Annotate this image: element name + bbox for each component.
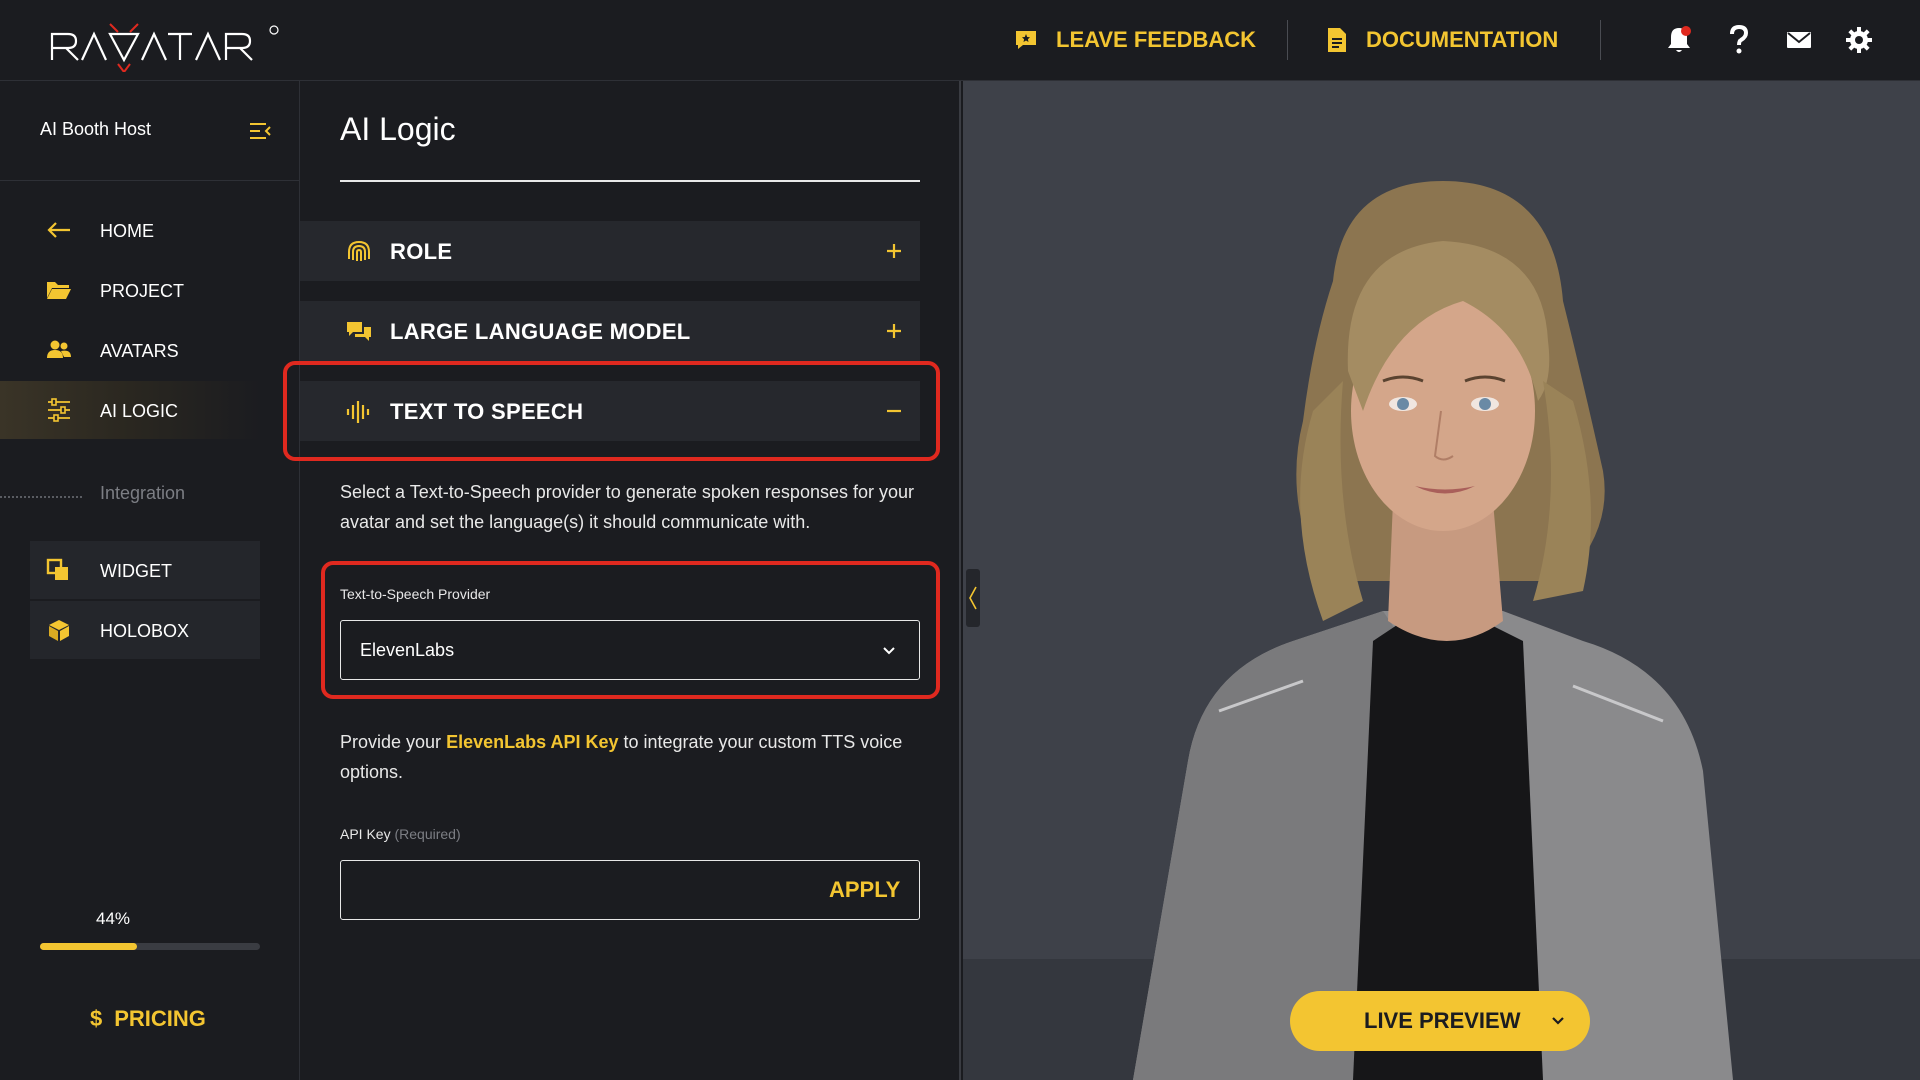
api-key-description: Provide your ElevenLabs API Key to integ… bbox=[340, 727, 930, 787]
box-icon bbox=[49, 620, 69, 641]
fingerprint-icon bbox=[348, 240, 370, 261]
help-button[interactable] bbox=[1723, 24, 1755, 56]
users-icon bbox=[47, 340, 71, 358]
accordion-role[interactable]: ROLE bbox=[300, 221, 920, 281]
divider bbox=[1600, 20, 1601, 60]
gear-icon bbox=[1846, 27, 1872, 53]
plus-icon bbox=[887, 244, 901, 258]
feedback-icon bbox=[1016, 31, 1036, 49]
top-bar: LEAVE FEEDBACK DOCUMENTATION bbox=[0, 0, 1920, 81]
notifications-button[interactable] bbox=[1663, 24, 1695, 56]
sidebar-item-avatars[interactable]: AVATARS bbox=[0, 321, 260, 379]
accordion-label: LARGE LANGUAGE MODEL bbox=[390, 319, 691, 344]
progress-percentage: 44% bbox=[96, 909, 131, 928]
page-title: AI Logic bbox=[340, 111, 456, 147]
ravatar-logo[interactable] bbox=[48, 18, 288, 72]
api-key-label: API Key bbox=[340, 826, 391, 842]
sidebar-item-project[interactable]: PROJECT bbox=[0, 261, 260, 319]
sidebar-item-home[interactable]: HOME bbox=[0, 201, 260, 259]
highlight-box bbox=[283, 361, 940, 461]
integration-section-header: Integration bbox=[0, 481, 300, 511]
project-name: AI Booth Host bbox=[40, 119, 152, 139]
sidebar-item-label: HOLOBOX bbox=[100, 621, 190, 641]
divider bbox=[1287, 20, 1288, 60]
sidebar-item-label: AVATARS bbox=[100, 341, 179, 361]
documentation-label: DOCUMENTATION bbox=[1366, 27, 1559, 52]
avatar-image bbox=[1133, 181, 1733, 1080]
sidebar-item-widget[interactable]: WIDGET bbox=[30, 541, 260, 599]
mail-icon bbox=[1787, 32, 1811, 48]
title-divider bbox=[340, 180, 920, 182]
api-key-input[interactable] bbox=[357, 871, 797, 909]
accordion-large-language-model[interactable]: LARGE LANGUAGE MODEL bbox=[300, 301, 920, 361]
tts-description: Select a Text-to-Speech provider to gene… bbox=[340, 482, 914, 532]
sidebar-item-label: PROJECT bbox=[100, 281, 185, 301]
integration-label: Integration bbox=[100, 483, 186, 503]
document-icon bbox=[1328, 28, 1346, 52]
pricing-button[interactable]: $ PRICING bbox=[90, 1006, 206, 1032]
plus-icon bbox=[887, 324, 901, 338]
sidebar-item-label: AI LOGIC bbox=[100, 401, 179, 421]
collapse-sidebar-button[interactable] bbox=[246, 117, 274, 145]
api-key-field: APPLY bbox=[340, 860, 920, 920]
live-preview-button[interactable]: LIVE PREVIEW bbox=[1290, 991, 1590, 1051]
folder-icon bbox=[47, 282, 71, 299]
sidebar: AI Booth Host HOME PROJECT AVATARS AI LO… bbox=[0, 81, 300, 1080]
messages-button[interactable] bbox=[1783, 24, 1815, 56]
help-icon bbox=[1730, 25, 1749, 54]
arrow-left-icon bbox=[47, 222, 70, 238]
pricing-label: PRICING bbox=[114, 1006, 206, 1031]
sliders-icon bbox=[48, 398, 70, 422]
progress-fill bbox=[40, 943, 137, 950]
dollar-icon: $ bbox=[90, 1006, 103, 1031]
sidebar-header: AI Booth Host bbox=[0, 81, 300, 181]
leave-feedback-label: LEAVE FEEDBACK bbox=[1056, 27, 1257, 52]
chat-icon bbox=[347, 322, 371, 341]
panel-resize-handle[interactable] bbox=[966, 569, 980, 627]
live-preview-label: LIVE PREVIEW bbox=[1364, 1008, 1521, 1033]
avatar-preview bbox=[963, 81, 1920, 1080]
bell-icon bbox=[1668, 26, 1691, 52]
chevron-left-icon bbox=[969, 586, 977, 610]
widget-icon bbox=[46, 558, 68, 580]
chevron-down-icon[interactable] bbox=[1550, 1013, 1566, 1029]
leave-feedback-button[interactable]: LEAVE FEEDBACK bbox=[1014, 22, 1256, 58]
sidebar-item-label: WIDGET bbox=[100, 561, 172, 581]
api-desc-prefix: Provide your bbox=[340, 732, 447, 752]
elevenlabs-api-key-link[interactable]: ElevenLabs API Key bbox=[446, 732, 618, 752]
progress-track bbox=[40, 943, 260, 950]
highlight-box bbox=[321, 561, 940, 699]
documentation-button[interactable]: DOCUMENTATION bbox=[1326, 22, 1558, 58]
accordion-label: ROLE bbox=[390, 239, 453, 264]
apply-button[interactable]: APPLY bbox=[829, 877, 900, 903]
required-indicator: (Required) bbox=[394, 826, 461, 842]
sidebar-item-holobox[interactable]: HOLOBOX bbox=[30, 601, 260, 659]
sidebar-item-ai-logic[interactable]: AI LOGIC bbox=[0, 381, 260, 439]
settings-button[interactable] bbox=[1843, 24, 1875, 56]
dotted-divider bbox=[0, 496, 82, 498]
menu-collapse-icon bbox=[250, 123, 271, 139]
api-key-field-label: API Key (Required) bbox=[340, 826, 461, 842]
sidebar-item-label: HOME bbox=[100, 221, 154, 241]
